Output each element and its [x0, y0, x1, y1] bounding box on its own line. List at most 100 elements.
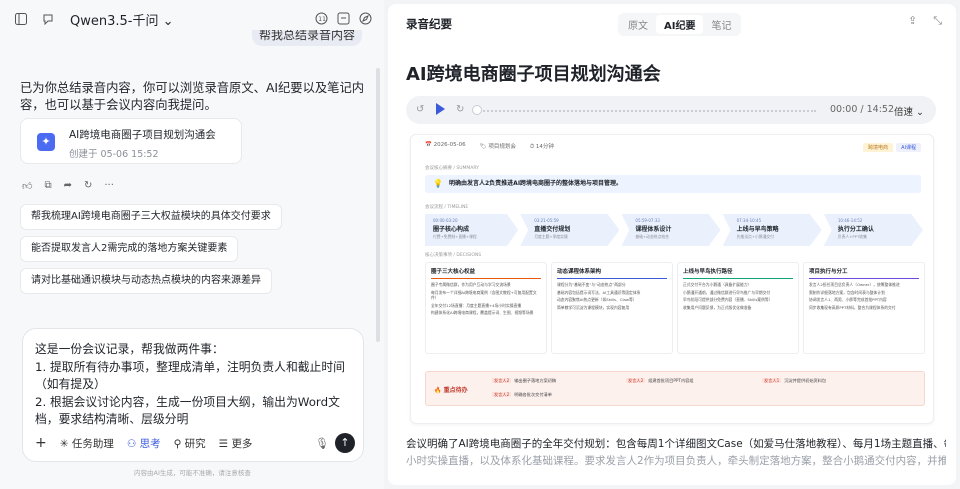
body-line: 会议明确了AI跨境电商圈子的全年交付规划：包含每周1个详细图文Case（如爱马仕…	[406, 438, 946, 450]
more-button[interactable]: ☰ 更多	[219, 436, 253, 451]
timeline-step: 00:00-03:20 圈子核心构成 付费+免费制+直播+课程	[425, 214, 519, 246]
decision-item: 需制作详细落地方案，包含时间表与整体计划	[809, 289, 885, 295]
chat-scrollbar[interactable]	[376, 68, 380, 342]
decision-item: 圈子专属微信群，作为用户互动与学习交流场景	[431, 282, 511, 287]
new-chat-icon[interactable]	[42, 12, 56, 26]
meta-duration: ⏱ 14分钟	[529, 144, 554, 150]
share-doc-icon[interactable]	[336, 11, 350, 25]
assistant-reply: 已为你总结录音内容，你可以浏览录音原文、AI纪要以及笔记内容，也可以基于会议内容…	[20, 81, 365, 112]
add-icon[interactable]: +	[35, 435, 47, 451]
timeline-step: 10:46-14:52 执行分工确认 负责人+PPT收集	[823, 214, 924, 246]
think-button[interactable]: ⚇ 思考	[127, 436, 161, 451]
todo-item: 发言人2 明确各批次交付清单	[492, 392, 552, 397]
tab-notes[interactable]: 笔记	[703, 15, 739, 34]
thumbs-up-icon[interactable]: 👍︎	[22, 180, 32, 192]
decisions-label: 核心决策事项 / DECISIONS	[425, 253, 482, 258]
decision-column: 项目执行与分工 发言人2担任项目总负责人（Owner），统筹整体推进 需制作详细落地…	[803, 262, 925, 354]
document-title: AI跨境电商圈子项目规划沟通会	[406, 64, 661, 85]
decision-item: 动态内容聚焦AI热点更新（如Skills、Claw等）	[557, 297, 637, 303]
decision-columns: 圈子三大核心权益圈子专属微信群，作为用户互动与学习交流场景每月发布一个详细AI跨…	[425, 262, 925, 354]
decision-column: 上线与早鸟执行路径正式交付平台为小鹅通（具备扩展能力） 小鹅通开通前，通过微信群进…	[677, 262, 799, 354]
compass-icon[interactable]	[358, 11, 372, 25]
share-icon[interactable]: ➦	[64, 180, 72, 192]
forward-icon[interactable]: ↻	[456, 104, 464, 115]
speed-selector[interactable]: 倍速 ⌄	[894, 104, 924, 118]
summary-label: 会议核心摘要 / SUMMARY	[425, 166, 479, 171]
export-icon[interactable]: ⇪	[908, 14, 917, 28]
meeting-meta: 📅 2026-05-06 🏷 项目规划会 ⏱ 14分钟	[425, 142, 554, 151]
todo-item: 发言人2 输出圈子落地方案初稿	[492, 378, 557, 383]
progress-handle[interactable]	[472, 105, 482, 115]
todo-item: 发言人2 组建首批项目PPT内容组	[626, 378, 694, 383]
suggestion-chip[interactable]: 帮我梳理AI跨境电商圈子三大权益模块的具体交付要求	[20, 204, 282, 230]
todo-item: 发言人1 沉淀并提供初始资料包	[762, 378, 827, 383]
timeline-step: 07:34-10:45 上线与早鸟策略 先推试点+小鹅通交付	[722, 214, 822, 246]
play-icon[interactable]	[436, 103, 445, 115]
decision-item: 全年交付12场直播：月度主题直播+4场小时实操直播	[431, 302, 522, 308]
lightbulb-icon: 💡	[433, 179, 443, 188]
minutes-panel: 录音纪要 原文 AI纪要 笔记 ⇪ ⤡ AI跨境电商圈子项目规划沟通会 ↺ ↻ …	[388, 4, 956, 485]
minutes-infographic: 📅 2026-05-06 🏷 项目规划会 ⏱ 14分钟 跨境电商 AI课程 会议…	[410, 134, 934, 424]
more-icon[interactable]: ···	[104, 180, 114, 192]
decision-column-title: 上线与早鸟执行路径	[683, 267, 793, 279]
model-selector[interactable]: Qwen3.5-千问 ⌄	[70, 10, 174, 29]
decision-item: 构建体系化AI跨境电商课程，覆盖提示词、生图、视频等场景	[431, 310, 534, 316]
meta-date: 📅 2026-05-06	[425, 142, 466, 148]
decision-item: 课程分为“基础不变”与“动态热点”两部分	[557, 282, 626, 287]
chat-input-text[interactable]: 这是一份会议记录，帮我做两件事： 1. 提取所有待办事项，整理成清单，注明负责人和…	[35, 341, 357, 429]
recording-card[interactable]: ✦ AI跨境电商圈子项目规划沟通会 创建于 05-06 15:52	[20, 118, 242, 164]
playback-time: 00:00 / 14:52	[830, 104, 894, 115]
body-line: 小时实操直播，以及体系化基础课程。要求发言人2作为项目负责人，牵头制定落地方案，…	[406, 455, 946, 467]
counter-icon[interactable]: 11	[314, 11, 328, 25]
message-actions: 👍︎ ⧉ ➦ ↻ ···	[22, 180, 114, 192]
audio-player: ↺ ↻ 00:00 / 14:52 倍速 ⌄	[406, 96, 936, 124]
todo-title: 🔥 重点待办	[434, 387, 468, 394]
task-assistant-button[interactable]: ✳ 任务助理	[60, 436, 114, 451]
timeline-step: 05:59-07:33 课程体系设计 基础+动态热点结合	[621, 214, 721, 246]
tab-transcript[interactable]: 原文	[620, 15, 656, 34]
decision-item: 小鹅通开通前，通过微信群进行早鸟推广与早期交付	[683, 289, 771, 295]
meta-type: 🏷 项目规划会	[479, 144, 516, 150]
sparkle-icon: ✦	[37, 133, 55, 151]
panel-title: 录音纪要	[406, 17, 452, 31]
sidebar-toggle-icon[interactable]	[14, 12, 28, 26]
chat-input-box[interactable]: 这是一份会议记录，帮我做两件事： 1. 提取所有待办事项，整理成清单，注明负责人和…	[22, 328, 364, 462]
tag-badge: 跨境电商	[862, 143, 893, 152]
user-message: 帮我总结录音内容	[252, 30, 362, 46]
chat-panel: Qwen3.5-千问 ⌄ 11 帮我总结录音内容 已为你总结录音内容，你可以浏览…	[0, 0, 384, 489]
card-subtitle: 创建于 05-06 15:52	[69, 149, 159, 160]
decision-item: 早鸟阶段可提供部分免费内容（直播、Skills案例等）	[683, 297, 773, 303]
timeline-label: 会议流程 / TIMELINE	[425, 205, 469, 210]
microphone-icon[interactable]: 🎙︎	[315, 437, 329, 450]
decision-column: 圈子三大核心权益圈子专属微信群，作为用户互动与学习交流场景每月发布一个详细AI跨…	[425, 262, 547, 354]
input-tools: + ✳ 任务助理 ⚇ 思考 ⚲ 研究 ☰ 更多	[35, 435, 252, 451]
tab-ai-minutes[interactable]: AI纪要	[656, 15, 704, 34]
research-button[interactable]: ⚲ 研究	[174, 436, 206, 451]
decision-column-title: 动态课程体系架构	[557, 267, 667, 279]
tag-badge: AI课程	[896, 143, 921, 152]
send-button[interactable]: ↑	[335, 433, 355, 453]
todo-box: 🔥 重点待办 发言人2 输出圈子落地方案初稿 发言人2 组建首批项目PPT内容组 发…	[425, 371, 925, 406]
timeline-step: 03:21-05:59 直播交付规划 月度主题+季度实操	[520, 214, 620, 246]
decision-item: 收集用户问题反馈，为正式版优化做准备	[683, 304, 752, 310]
copy-icon[interactable]: ⧉	[44, 180, 51, 192]
collapse-icon[interactable]: ⤡	[933, 14, 942, 28]
decision-column-title: 项目执行与分工	[809, 267, 919, 279]
decision-column-title: 圈子三大核心权益	[431, 267, 541, 279]
timeline: 00:00-03:20 圈子核心构成 付费+免费制+直播+课程 03:21-05:5…	[425, 214, 925, 246]
minutes-body: 会议明确了AI跨境电商圈子的全年交付规划：包含每周1个详细图文Case（如爱马仕…	[406, 436, 946, 470]
decision-item: 正式交付平台为小鹅通（具备扩展能力）	[683, 282, 752, 287]
suggestion-chip[interactable]: 请对比基础通识模块与动态热点模块的内容来源差异	[20, 268, 272, 294]
regenerate-icon[interactable]: ↻	[84, 180, 92, 192]
decision-item: 协调发言人1、两男、小胖等完成首批PPT内容	[809, 297, 887, 303]
waveform[interactable]	[476, 110, 816, 112]
decision-item: 基础内容包括提示词写法、AI工具通识等固定体系	[557, 289, 641, 295]
decision-column: 动态课程体系架构课程分为“基础不变”与“动态热点”两部分基础内容包括提示词写法、…	[551, 262, 673, 354]
rewind-icon[interactable]: ↺	[416, 104, 424, 115]
card-title: AI跨境电商圈子项目规划沟通会	[69, 129, 216, 141]
suggestion-chip[interactable]: 能否提取发言人2需完成的落地方案关键要素	[20, 236, 239, 262]
disclaimer: 内容由AI生成，可能不准确，请注意核查	[134, 469, 251, 477]
summary-text: 明确由发言人2负责推进AI跨境电商圈子的整体落地与项目管理。	[449, 180, 623, 187]
decision-item: 每月发布一个详细AI跨境电商案例（含图文教程+可复用配置文件）	[431, 289, 537, 301]
decision-item: 简单教学可沉淀为课程模块，实现内容复用	[557, 304, 630, 310]
